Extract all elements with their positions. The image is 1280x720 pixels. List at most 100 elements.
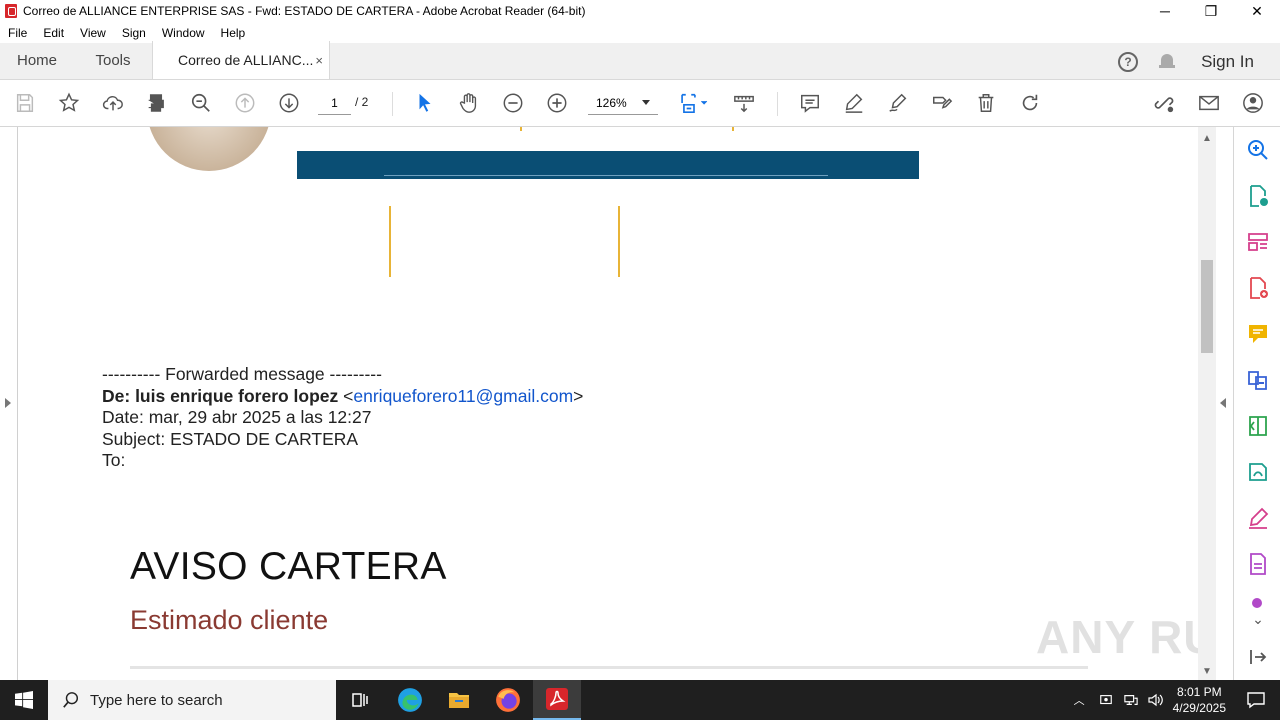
scrollbar-thumb[interactable]: [1201, 260, 1213, 353]
expand-left-arrow-icon: [5, 398, 11, 408]
clock-date: 4/29/2025: [1172, 701, 1226, 715]
sender-email-link[interactable]: enriqueforero11@gmail.com: [353, 386, 573, 406]
sign-in-button[interactable]: Sign In: [1201, 52, 1254, 72]
select-cursor-icon[interactable]: [413, 91, 437, 115]
taskbar-search-box[interactable]: Type here to search: [48, 680, 336, 720]
email-envelope-icon[interactable]: [1197, 91, 1221, 115]
toolbar-divider: [392, 92, 393, 116]
taskbar-search-placeholder: Type here to search: [90, 691, 223, 709]
windows-start-button[interactable]: [0, 680, 48, 720]
edge-browser-icon[interactable]: [386, 680, 434, 720]
left-panel-toggle[interactable]: [0, 127, 18, 680]
edit-text-icon[interactable]: [930, 91, 954, 115]
minimize-button[interactable]: ─: [1142, 0, 1188, 22]
search-icon: [63, 692, 79, 708]
comment-icon[interactable]: [798, 91, 822, 115]
chevron-down-icon[interactable]: ⌄: [1246, 611, 1270, 629]
search-zoom-icon[interactable]: [1246, 138, 1270, 162]
rotate-icon[interactable]: [1018, 91, 1042, 115]
menu-sign[interactable]: Sign: [114, 26, 154, 40]
page-fit-icon[interactable]: [677, 91, 711, 115]
fill-sign-icon[interactable]: [1246, 506, 1270, 530]
tab-bar-actions: ? Sign In: [1118, 43, 1280, 80]
tab-home[interactable]: Home: [0, 42, 74, 79]
network-drive-icon[interactable]: [1099, 693, 1113, 707]
zoom-out-icon[interactable]: [501, 91, 525, 115]
windows-taskbar: Type here to search ︿ 8:01 PM 4/29/2025: [0, 680, 1280, 720]
file-explorer-icon[interactable]: [435, 680, 483, 720]
network-icon[interactable]: [1123, 693, 1139, 707]
acrobat-reader-taskbar-icon[interactable]: [533, 680, 581, 720]
hand-tool-icon[interactable]: [457, 91, 481, 115]
maximize-button[interactable]: ❐: [1188, 0, 1234, 22]
main-toolbar: 1 / 2 126%: [0, 80, 1280, 127]
previous-page-icon[interactable]: [233, 91, 257, 115]
taskbar-clock[interactable]: 8:01 PM 4/29/2025: [1173, 684, 1226, 716]
create-pdf-icon[interactable]: [1246, 276, 1270, 300]
right-panel-toggle[interactable]: [1216, 127, 1233, 680]
horizontal-rule: [130, 666, 1088, 669]
document-view[interactable]: ---------- Forwarded message --------- D…: [18, 127, 1198, 680]
export-pdf-icon[interactable]: [1246, 184, 1270, 208]
draw-freehand-icon[interactable]: [886, 91, 910, 115]
zoom-level-select[interactable]: 126%: [588, 91, 658, 115]
notifications-bell-icon[interactable]: [1159, 53, 1176, 71]
zoom-search-icon[interactable]: [189, 91, 213, 115]
banner-underline: [384, 175, 828, 176]
organize-pages-icon[interactable]: [1246, 230, 1270, 254]
firefox-icon[interactable]: [484, 680, 532, 720]
document-heading: AVISO CARTERA: [130, 545, 447, 588]
delete-trash-icon[interactable]: [974, 91, 998, 115]
tab-close-icon[interactable]: ×: [315, 53, 323, 68]
share-link-icon[interactable]: [1152, 91, 1176, 115]
protect-document-icon[interactable]: [1246, 552, 1270, 576]
save-icon[interactable]: [13, 91, 37, 115]
scroll-up-arrow-icon[interactable]: ▲: [1202, 133, 1212, 144]
notification-center-icon[interactable]: [1246, 690, 1266, 710]
vertical-scrollbar[interactable]: ▲ ▼: [1198, 127, 1216, 680]
compress-pdf-icon[interactable]: [1246, 414, 1270, 438]
menu-view[interactable]: View: [72, 26, 114, 40]
scroll-down-arrow-icon[interactable]: ▼: [1202, 666, 1212, 677]
tab-document[interactable]: Correo de ALLIANC... ×: [152, 41, 330, 79]
profile-photo: [147, 127, 271, 171]
combine-files-icon[interactable]: [1246, 368, 1270, 392]
comment-note-icon[interactable]: [1246, 322, 1270, 346]
add-user-icon[interactable]: [1241, 91, 1265, 115]
menu-edit[interactable]: Edit: [35, 26, 72, 40]
close-window-button[interactable]: ✕: [1234, 0, 1280, 22]
bookmark-star-icon[interactable]: [57, 91, 81, 115]
gold-divider-line: [389, 206, 391, 277]
to-line: To:: [102, 450, 126, 470]
upload-cloud-icon[interactable]: [101, 91, 125, 115]
page-total: / 2: [355, 95, 369, 109]
zoom-level-value: 126%: [596, 95, 627, 110]
task-view-icon[interactable]: [336, 680, 384, 720]
help-icon[interactable]: ?: [1118, 51, 1139, 72]
collapse-right-arrow-icon: [1220, 398, 1226, 408]
scan-ocr-icon[interactable]: [1246, 460, 1270, 484]
page-number-input[interactable]: 1: [318, 91, 351, 115]
right-tools-panel: ⌄: [1233, 127, 1280, 680]
tab-tools[interactable]: Tools: [74, 42, 152, 79]
next-page-icon[interactable]: [277, 91, 301, 115]
tray-overflow-chevron-icon[interactable]: ︿: [1074, 692, 1085, 708]
clock-time: 8:01 PM: [1176, 685, 1222, 699]
print-icon[interactable]: [144, 91, 168, 115]
gold-divider-line: [732, 127, 734, 131]
subject-line: Subject: ESTADO DE CARTERA: [102, 428, 359, 449]
zoom-in-icon[interactable]: [545, 91, 569, 115]
system-tray: ︿ 8:01 PM 4/29/2025: [1074, 680, 1280, 720]
volume-speaker-icon[interactable]: [1147, 692, 1163, 708]
highlight-pen-icon[interactable]: [842, 91, 866, 115]
menu-window[interactable]: Window: [154, 26, 213, 40]
window-title: Correo de ALLIANCE ENTERPRISE SAS - Fwd:…: [23, 4, 586, 18]
menu-help[interactable]: Help: [213, 26, 254, 40]
date-line: Date: mar, 29 abr 2025 a las 12:27: [102, 407, 372, 427]
collapse-panel-icon[interactable]: [1246, 645, 1270, 669]
menu-bar: File Edit View Sign Window Help: [0, 22, 1280, 43]
more-tools-icon[interactable]: [1246, 596, 1270, 610]
menu-file[interactable]: File: [0, 26, 35, 40]
scroll-mode-icon[interactable]: [732, 91, 756, 115]
window-controls: ─ ❐ ✕: [1142, 0, 1280, 22]
